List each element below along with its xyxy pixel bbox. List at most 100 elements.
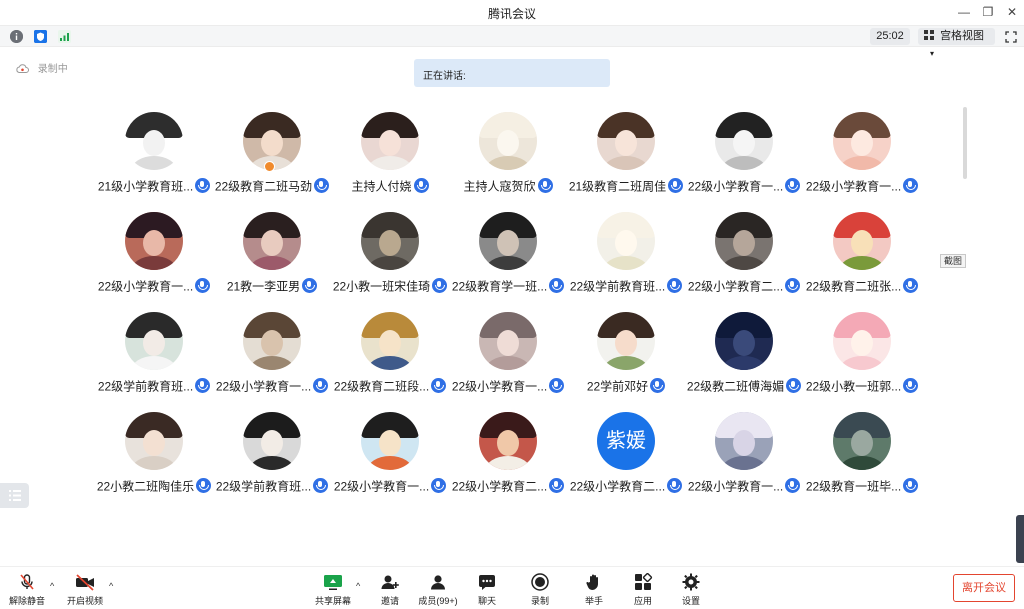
participant-tile[interactable]: 紫媛 22级小学教育二... xyxy=(567,412,685,512)
start-video-button[interactable]: 开启视频 xyxy=(60,573,110,609)
avatar-face xyxy=(733,130,755,156)
participant-tile[interactable]: 21教一李亚男 xyxy=(213,212,331,312)
participant-name: 22级小学教育二... xyxy=(687,279,784,294)
side-panel-toggle[interactable] xyxy=(0,483,29,508)
meeting-toolbar: 解除静音 ^ 开启视频 ^ 共享屏幕 ^ 邀请 成员(99+) 聊天 录制 举手… xyxy=(0,566,1024,609)
raise-hand-button[interactable]: 举手 xyxy=(569,573,619,609)
avatar-initials: 紫媛 xyxy=(606,430,646,452)
participant-tile[interactable]: 22级学前教育班... xyxy=(567,212,685,312)
avatar-body xyxy=(249,256,295,270)
mic-status-icon xyxy=(667,278,683,294)
participant-name-row: 22级小学教育一... xyxy=(213,377,331,394)
avatar-body xyxy=(485,356,531,370)
participant-tile[interactable]: 主持人寇贺欣 xyxy=(449,112,567,212)
avatar-body xyxy=(603,156,649,170)
participant-name-row: 22学前邓好 xyxy=(567,377,685,394)
participant-tile[interactable]: 22级小学教育一... xyxy=(803,112,921,212)
record-icon xyxy=(531,573,549,591)
record-button[interactable]: 录制 xyxy=(515,573,565,609)
signal-icon[interactable] xyxy=(58,30,71,43)
participant-name: 22级教育二班张... xyxy=(805,279,902,294)
participant-tile[interactable]: 22级教二班傅海媚 xyxy=(685,312,803,412)
participant-name: 22级教育学一班... xyxy=(451,279,548,294)
avatar-face xyxy=(497,430,519,456)
participant-tile[interactable]: 21级小学教育班... xyxy=(95,112,213,212)
view-mode-select[interactable]: 宫格视图 ▾ xyxy=(918,28,995,58)
recording-status: 录制中 xyxy=(16,60,68,76)
leave-meeting-button[interactable]: 离开会议 xyxy=(953,574,1015,602)
minimize-button[interactable]: — xyxy=(954,3,974,21)
participant-name-row: 21级教育二班周佳 xyxy=(567,177,685,194)
shield-icon[interactable] xyxy=(34,30,47,43)
video-options-caret[interactable]: ^ xyxy=(109,581,113,591)
participant-tile[interactable]: 22级学前教育班... xyxy=(95,312,213,412)
members-button[interactable]: 成员(99+) xyxy=(413,573,463,609)
share-screen-button[interactable]: 共享屏幕 xyxy=(308,573,358,609)
apps-button[interactable]: 应用 xyxy=(618,573,668,609)
participant-tile[interactable]: 22级小学教育二... xyxy=(449,412,567,512)
participant-avatar xyxy=(125,112,183,170)
scrollbar[interactable] xyxy=(963,107,967,179)
participant-tile[interactable]: 22级学前教育班... xyxy=(213,412,331,512)
mic-status-icon xyxy=(549,478,565,494)
unmute-button[interactable]: 解除静音 xyxy=(2,573,52,609)
info-icon[interactable] xyxy=(10,30,23,43)
participant-name-row: 22级小学教育一... xyxy=(685,477,803,494)
participant-grid: 21级小学教育班... 22级教育二班马劲 主持人付娆 主持人寇贺欣 21级教育二班周佳… xyxy=(95,112,925,502)
participant-tile[interactable]: 22级教育二班马劲 xyxy=(213,112,331,212)
participant-name: 22级小学教育一... xyxy=(451,379,548,394)
participant-tile[interactable]: 22级小教一班郭... xyxy=(803,312,921,412)
gear-icon xyxy=(682,573,700,591)
participant-tile[interactable]: 22级教育学一班... xyxy=(449,212,567,312)
participant-tile[interactable]: 22级小学教育一... xyxy=(685,112,803,212)
screenshot-tag[interactable]: 截图 xyxy=(940,254,966,268)
mic-status-icon xyxy=(431,378,447,394)
participant-tile[interactable]: 22级小学教育一... xyxy=(449,312,567,412)
participant-name-row: 22级学前教育班... xyxy=(213,477,331,494)
participant-tile[interactable]: 22小教一班宋佳琦 xyxy=(331,212,449,312)
invite-button[interactable]: 邀请 xyxy=(365,573,415,609)
participant-tile[interactable]: 22级教育一班毕... xyxy=(803,412,921,512)
start-video-label: 开启视频 xyxy=(66,596,103,606)
close-button[interactable]: ✕ xyxy=(1002,3,1022,21)
mic-status-icon xyxy=(650,378,666,394)
mic-status-icon xyxy=(903,278,919,294)
mic-status-icon xyxy=(667,478,683,494)
share-options-caret[interactable]: ^ xyxy=(356,581,360,591)
participant-tile[interactable]: 22级教育二班张... xyxy=(803,212,921,312)
settings-button[interactable]: 设置 xyxy=(666,573,716,609)
participant-tile[interactable]: 22级教育二班段... xyxy=(331,312,449,412)
participant-avatar xyxy=(715,312,773,370)
participant-tile[interactable]: 22学前邓好 xyxy=(567,312,685,412)
chat-button[interactable]: 聊天 xyxy=(462,573,512,609)
raise-hand-label: 举手 xyxy=(584,596,603,606)
participant-name-row: 22级小教一班郭... xyxy=(803,377,921,394)
avatar-face xyxy=(261,130,283,156)
participant-tile[interactable]: 22级小学教育一... xyxy=(213,312,331,412)
avatar-face xyxy=(851,330,873,356)
fullscreen-icon[interactable] xyxy=(1005,30,1017,43)
participant-tile[interactable]: 主持人付娆 xyxy=(331,112,449,212)
avatar-face xyxy=(143,230,165,256)
avatar-body xyxy=(131,456,177,470)
avatar-face xyxy=(497,130,519,156)
restore-button[interactable]: ❐ xyxy=(978,3,998,21)
participant-name-row: 22级教育学一班... xyxy=(449,277,567,294)
mic-status-icon xyxy=(668,178,684,194)
mic-status-icon xyxy=(302,278,318,294)
participant-tile[interactable]: 22小教二班陶佳乐 xyxy=(95,412,213,512)
participant-tile[interactable]: 22级小学教育一... xyxy=(331,412,449,512)
participant-tile[interactable]: 22级小学教育二... xyxy=(685,212,803,312)
participant-tile[interactable]: 21级教育二班周佳 xyxy=(567,112,685,212)
participant-name: 22级教育一班毕... xyxy=(805,479,902,494)
view-mode-label: 宫格视图 xyxy=(940,30,985,42)
record-label: 录制 xyxy=(530,596,549,606)
audio-options-caret[interactable]: ^ xyxy=(50,581,54,591)
info-bar: 25:02 宫格视图 ▾ xyxy=(0,25,1024,58)
unmute-label: 解除静音 xyxy=(8,596,45,606)
participant-tile[interactable]: 22级小学教育一... xyxy=(685,412,803,512)
mic-status-icon xyxy=(413,178,429,194)
share-screen-icon xyxy=(324,575,342,590)
participant-tile[interactable]: 22级小学教育一... xyxy=(95,212,213,312)
participant-name-row: 22级小学教育一... xyxy=(803,177,921,194)
